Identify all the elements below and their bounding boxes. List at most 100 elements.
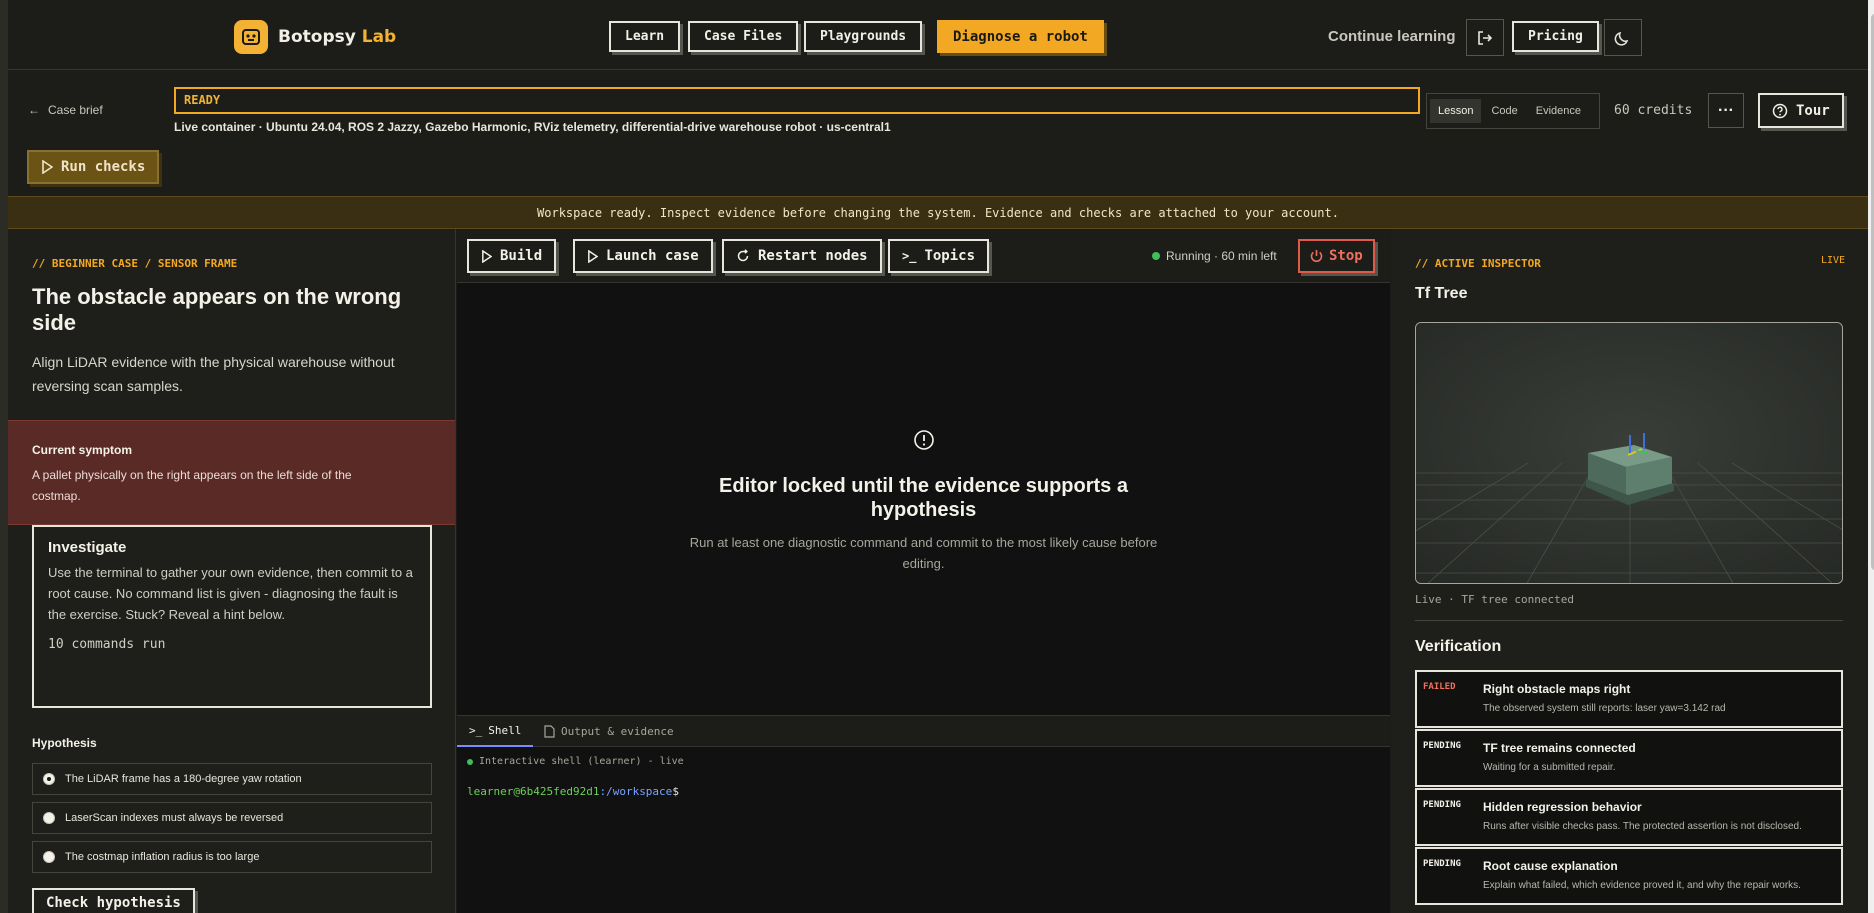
back-to-case-brief[interactable]: ← Case brief [28,103,103,117]
status-ready-bar: READY [174,87,1420,114]
prompt-sign: $ [672,785,679,798]
nav-case-files-button[interactable]: Case Files [688,21,799,52]
more-options-button[interactable]: ··· [1708,93,1744,128]
editor-locked-notice: Editor locked until the evidence support… [457,429,1390,574]
page-scrollbar[interactable] [1868,0,1874,913]
nav-playgrounds-button[interactable]: Playgrounds [804,21,923,52]
theme-toggle-button[interactable] [1604,19,1642,56]
view-switcher: Lesson Code Evidence [1426,93,1600,129]
locked-title: Editor locked until the evidence support… [719,475,1128,521]
tab-output-label: Output & evidence [561,725,674,738]
build-button[interactable]: Build [467,239,557,273]
restart-nodes-button[interactable]: Restart nodes [722,239,882,273]
viewport-caption: Live · TF tree connected [1415,593,1574,606]
brand-name: Botopsy Lab [278,27,397,47]
commands-run-count: 10 commands run [48,637,166,652]
radio-button[interactable] [43,851,55,863]
symptom-title: Current symptom [32,443,133,457]
hypothesis-option[interactable]: The costmap inflation radius is too larg… [32,841,432,873]
help-circle-icon [1772,103,1788,118]
verification-title: Verification [1415,638,1502,655]
check-description: Waiting for a submitted repair. [1483,762,1616,773]
check-title: Root cause explanation [1483,859,1618,873]
workspace-panel: Build Launch case Restart nodes >_ Topic… [457,229,1390,913]
check-description: Explain what failed, which evidence prov… [1483,880,1801,891]
view-lesson-tab[interactable]: Lesson [1430,99,1482,123]
ellipsis-icon: ··· [1718,101,1734,119]
diagnose-robot-button[interactable]: Diagnose a robot [937,20,1104,53]
view-code-tab[interactable]: Code [1483,99,1525,123]
launch-case-button[interactable]: Launch case [573,239,713,273]
verification-check[interactable]: PENDING Hidden regression behavior Runs … [1415,788,1843,846]
top-nav: Botopsy Lab Learn Case Files Playgrounds… [8,0,1868,70]
session-status: Running · 60 min left [1152,249,1277,263]
verification-check[interactable]: PENDING TF tree remains connected Waitin… [1415,729,1843,787]
inspector-panel: // ACTIVE INSPECTOR LIVE Tf Tree Live · … [1391,229,1868,913]
case-description: Align LiDAR evidence with the physical w… [32,354,395,394]
hypothesis-option[interactable]: The LiDAR frame has a 180-degree yaw rot… [32,763,432,795]
tab-output-evidence[interactable]: Output & evidence [532,716,686,747]
tf-tree-viewport[interactable] [1415,322,1843,584]
radio-button[interactable] [43,773,55,785]
container-info: Live container · Ubuntu 24.04, ROS 2 Jaz… [174,120,891,134]
verification-check[interactable]: FAILED Right obstacle maps right The obs… [1415,670,1843,728]
symptom-text: A pallet physically on the right appears… [32,468,352,503]
terminal-icon: >_ [902,249,917,263]
hypothesis-label: The LiDAR frame has a 180-degree yaw rot… [65,773,302,785]
workspace-banner: Workspace ready. Inspect evidence before… [8,196,1868,229]
credits-count: 60 credits [1614,103,1693,118]
power-icon [1310,250,1323,263]
stop-button[interactable]: Stop [1298,239,1375,273]
topics-button[interactable]: >_ Topics [888,239,990,273]
case-eyebrow: // BEGINNER CASE / SENSOR FRAME [32,257,238,270]
restart-label: Restart nodes [758,248,868,264]
divider [1415,620,1843,621]
prompt-user: learner@6b425fed92d1 [467,785,600,798]
play-icon [42,160,53,174]
terminal-icon: >_ [469,724,483,737]
tab-shell[interactable]: >_ Shell [457,716,534,747]
robot-logo-icon [234,20,268,54]
view-evidence-tab[interactable]: Evidence [1528,99,1589,123]
current-symptom: Current symptom A pallet physically on t… [8,420,455,525]
stop-label: Stop [1329,248,1363,264]
terminal-prompt[interactable]: learner@6b425fed92d1:/workspace$ [467,785,679,798]
radio-button[interactable] [43,812,55,824]
investigate-title: Investigate [48,539,127,556]
tour-button[interactable]: Tour [1758,93,1844,128]
pricing-button[interactable]: Pricing [1512,21,1599,52]
check-title: Right obstacle maps right [1483,682,1631,696]
logout-icon [1478,30,1493,45]
case-title: The obstacle appears on the wrong side [32,284,402,335]
running-status-icon [1152,252,1160,260]
inspector-title: Tf Tree [1415,285,1468,302]
moon-icon [1614,31,1629,46]
alert-circle-icon [913,430,934,450]
hypothesis-option[interactable]: LaserScan indexes must always be reverse… [32,802,432,834]
case-panel: // BEGINNER CASE / SENSOR FRAME The obst… [8,229,456,913]
tf-tree-scene [1416,323,1842,583]
check-status-badge: PENDING [1423,741,1461,751]
workspace-toolbar: Build Launch case Restart nodes >_ Topic… [457,229,1390,283]
check-description: Runs after visible checks pass. The prot… [1483,821,1802,832]
check-hypothesis-button[interactable]: Check hypothesis [32,888,195,913]
check-status-badge: PENDING [1423,859,1461,869]
shell-status: Interactive shell (learner) - live [467,756,684,767]
brand[interactable]: Botopsy Lab [234,20,396,54]
hypothesis-label: The costmap inflation radius is too larg… [65,851,260,863]
run-checks-button[interactable]: Run checks [27,150,160,184]
check-title: TF tree remains connected [1483,741,1636,755]
running-label: Running · 60 min left [1166,249,1277,263]
tab-shell-label: Shell [488,724,522,737]
verification-check[interactable]: PENDING Root cause explanation Explain w… [1415,847,1843,905]
inspector-eyebrow: // ACTIVE INSPECTOR [1415,257,1541,270]
check-status-badge: FAILED [1423,682,1456,692]
continue-learning-link[interactable]: Continue learning [1328,28,1456,45]
nav-learn-button[interactable]: Learn [609,21,681,52]
back-label: Case brief [48,103,103,117]
logout-button[interactable] [1466,19,1504,56]
live-badge: LIVE [1821,255,1846,266]
shell-tabs: >_ Shell Output & evidence [457,715,1390,747]
investigate-card: Investigate Use the terminal to gather y… [32,525,432,708]
refresh-icon [737,249,749,262]
